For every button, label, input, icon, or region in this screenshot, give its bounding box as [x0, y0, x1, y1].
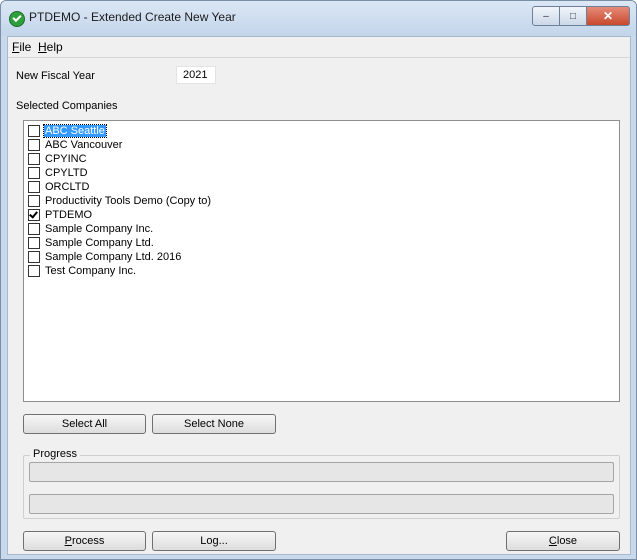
app-check-icon	[9, 11, 25, 27]
company-label: PTDEMO	[45, 208, 93, 221]
close-window-button[interactable]: ✕	[587, 6, 630, 26]
app-window: PTDEMO - Extended Create New Year – □ ✕ …	[0, 0, 637, 560]
company-label: ORCLTD	[45, 180, 90, 193]
checkbox[interactable]	[28, 124, 40, 137]
checkbox[interactable]	[28, 152, 40, 165]
checkbox[interactable]	[28, 194, 40, 207]
company-row-sample-company-ltd-2016[interactable]: Sample Company Ltd. 2016	[28, 250, 182, 263]
window-title: PTDEMO - Extended Create New Year	[29, 10, 236, 24]
company-row-sample-company-ltd[interactable]: Sample Company Ltd.	[28, 236, 155, 249]
company-row-ptdemo[interactable]: PTDEMO	[28, 208, 93, 221]
progress-bar-2	[29, 494, 614, 514]
company-label: Sample Company Ltd.	[45, 236, 154, 249]
menu-help[interactable]: Help	[38, 40, 63, 54]
company-row-sample-company-inc[interactable]: Sample Company Inc.	[28, 222, 154, 235]
company-row-test-company-inc[interactable]: Test Company Inc.	[28, 264, 137, 277]
checkbox[interactable]	[28, 222, 40, 235]
progress-bar-1	[29, 462, 614, 482]
company-label: CPYINC	[45, 152, 87, 165]
company-row-abc-vancouver[interactable]: ABC Vancouver	[28, 138, 123, 151]
company-label: CPYLTD	[45, 166, 88, 179]
progress-label: Progress	[30, 448, 81, 460]
company-list[interactable]: ABC Seattle ABC Vancouver CPYINC CPYLTD …	[23, 120, 620, 402]
checkbox[interactable]	[28, 166, 40, 179]
maximize-button[interactable]: □	[560, 6, 587, 26]
fiscal-year-label: New Fiscal Year	[16, 70, 95, 82]
fiscal-year-input[interactable]: 2021	[176, 66, 216, 84]
company-row-productivity-tools-demo[interactable]: Productivity Tools Demo (Copy to)	[28, 194, 212, 207]
close-button[interactable]: Close	[506, 531, 620, 551]
company-label: Test Company Inc.	[45, 264, 137, 277]
company-row-abc-seattle[interactable]: ABC Seattle	[28, 123, 107, 138]
company-label: Sample Company Ltd. 2016	[45, 250, 182, 263]
checkbox[interactable]	[28, 138, 40, 151]
checkbox[interactable]	[28, 180, 40, 193]
menu-file[interactable]: File	[12, 40, 31, 54]
log-button[interactable]: Log...	[152, 531, 276, 551]
company-label: ABC Vancouver	[45, 138, 123, 151]
company-row-cpyltd[interactable]: CPYLTD	[28, 166, 89, 179]
company-row-orcltd[interactable]: ORCLTD	[28, 180, 90, 193]
process-button[interactable]: Process	[23, 531, 146, 551]
selected-companies-label: Selected Companies	[16, 100, 118, 112]
minimize-button[interactable]: –	[532, 6, 560, 26]
client-area: File Help New Fiscal Year 2021 Selected …	[7, 36, 631, 555]
company-label: ABC Seattle	[43, 123, 107, 138]
company-row-cpyinc[interactable]: CPYINC	[28, 152, 88, 165]
select-none-button[interactable]: Select None	[152, 414, 276, 434]
caption-buttons: – □ ✕	[532, 6, 630, 26]
title-bar[interactable]: PTDEMO - Extended Create New Year – □ ✕	[1, 1, 636, 36]
company-label: Sample Company Inc.	[45, 222, 154, 235]
checkbox[interactable]	[28, 236, 40, 249]
menu-bar: File Help	[8, 37, 630, 58]
checkbox-checked[interactable]	[28, 208, 40, 221]
checkbox[interactable]	[28, 264, 40, 277]
checkbox[interactable]	[28, 250, 40, 263]
company-label: Productivity Tools Demo (Copy to)	[45, 194, 212, 207]
select-all-button[interactable]: Select All	[23, 414, 146, 434]
